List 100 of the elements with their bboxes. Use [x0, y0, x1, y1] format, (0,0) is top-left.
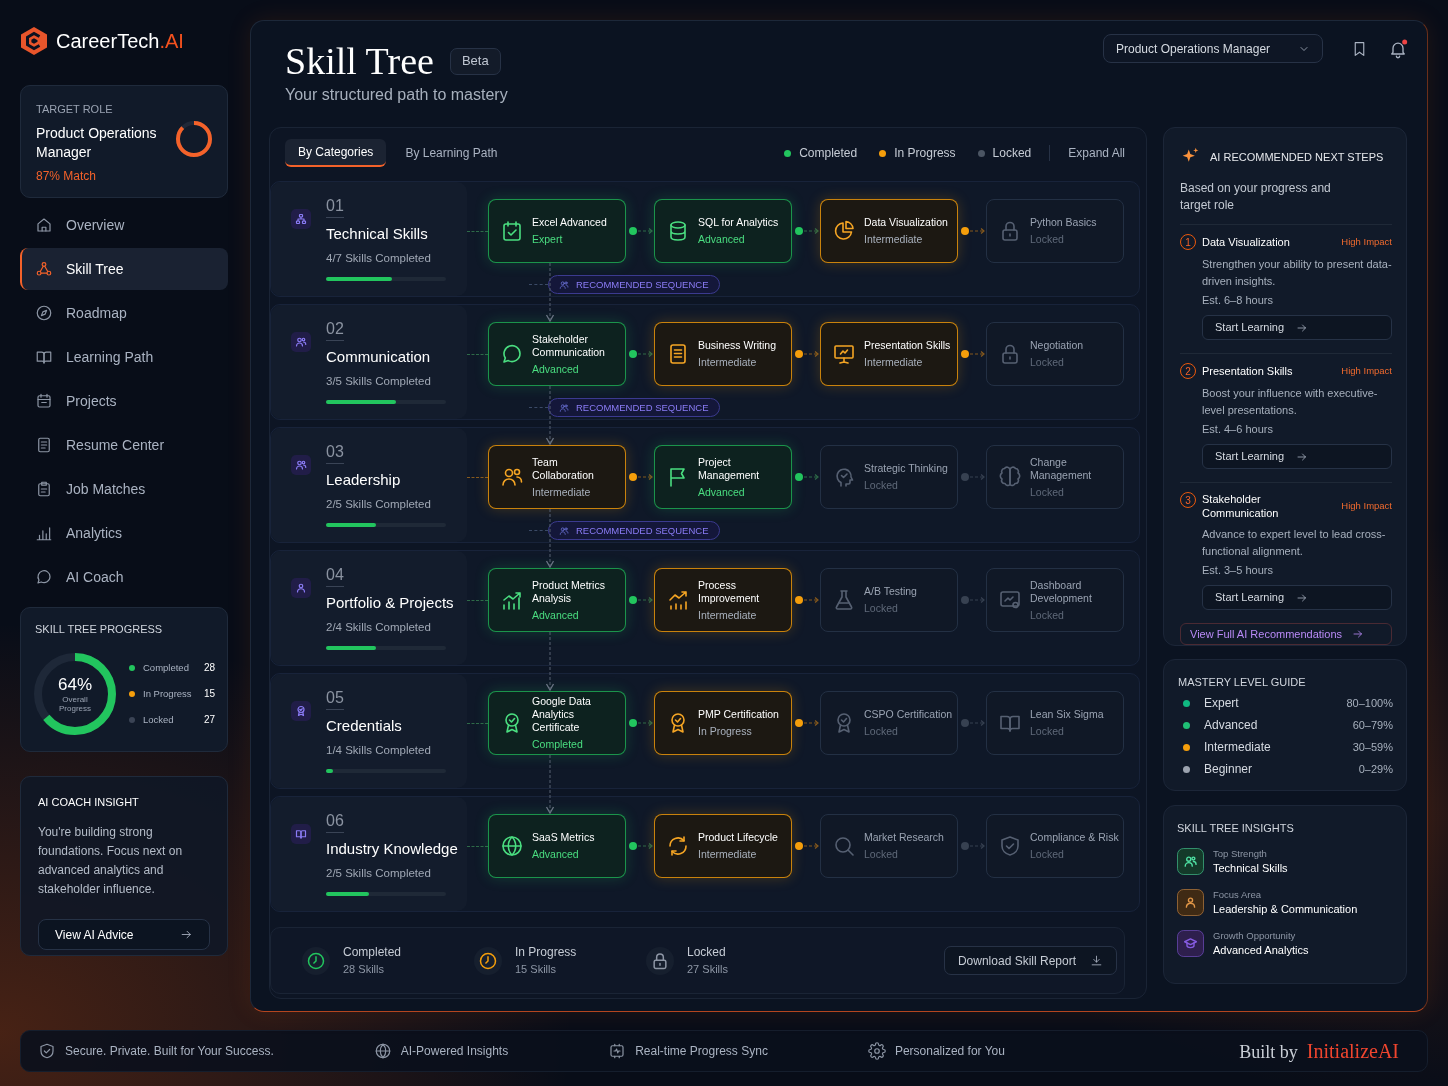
skill-level: Intermediate: [698, 356, 758, 369]
category-number: 01: [326, 196, 344, 218]
skill-node[interactable]: A/B Testing Locked: [820, 568, 958, 632]
book-icon: [291, 824, 311, 844]
skill-level: Locked: [1030, 485, 1065, 499]
skill-level: Advanced: [532, 608, 580, 622]
skills-count: 3/5 Skills Completed: [326, 374, 432, 389]
card-subtitle: Based on your progress and target role: [1180, 180, 1332, 214]
skill-node[interactable]: Strategic Thinking Locked: [820, 445, 958, 509]
skill-node[interactable]: Python Basics Locked: [986, 199, 1124, 263]
nav-item[interactable]: Resume Center: [20, 424, 228, 466]
skill-level: Intermediate: [698, 848, 758, 861]
level-range: 80–100%: [1346, 695, 1393, 711]
skill-node[interactable]: SQL for Analytics Advanced: [654, 199, 792, 263]
skill-name: Dashboard Development: [1030, 578, 1093, 605]
progress-percent: 64%: [58, 675, 92, 695]
skill-level: Expert: [532, 233, 564, 246]
brand-name: CareerTech.AI: [56, 29, 184, 53]
start-learning-button[interactable]: Start Learning: [1202, 315, 1392, 340]
skill-node[interactable]: Market Research Locked: [820, 814, 958, 878]
skill-node[interactable]: SaaS Metrics Advanced: [488, 814, 626, 878]
dashed-arrow-icon: [545, 632, 555, 691]
nav-item[interactable]: Learning Path: [20, 336, 228, 378]
skill-node[interactable]: Product Metrics Analysis Advanced: [488, 568, 626, 632]
start-learning-button[interactable]: Start Learning: [1202, 585, 1392, 610]
connector-arrow-icon: [958, 472, 986, 482]
connector-arrow-icon: [792, 841, 820, 851]
skill-name: SaaS Metrics: [532, 831, 595, 844]
pie-chart-icon: [832, 219, 856, 243]
skill-level: Locked: [1030, 233, 1065, 246]
role-dropdown[interactable]: Product Operations Manager: [1103, 34, 1323, 63]
skill-node[interactable]: Presentation Skills Intermediate: [820, 322, 958, 386]
shield-check-icon: [998, 834, 1022, 858]
skills-count: 2/5 Skills Completed: [326, 497, 432, 512]
skill-node[interactable]: Compliance & Risk Locked: [986, 814, 1124, 878]
nav-item[interactable]: AI Coach: [20, 556, 228, 598]
skill-name: Presentation Skills: [864, 339, 951, 352]
dashed-arrow-icon: [545, 263, 555, 322]
chip-icon: [608, 1042, 627, 1060]
page-title: Skill Tree: [285, 39, 434, 83]
skill-name: CSPO Certification: [864, 708, 953, 721]
step-description: Strengthen your ability to present data-driven insights.: [1202, 257, 1392, 289]
view-advice-button[interactable]: View AI Advice: [38, 919, 210, 950]
skill-node[interactable]: Business Writing Intermediate: [654, 322, 792, 386]
clock-icon: [302, 946, 330, 975]
builder-brand: InitializeAI: [1306, 1039, 1399, 1064]
summary-label: In Progress: [515, 944, 577, 960]
summary-count: 27 Skills: [687, 962, 728, 977]
skill-name: Data Visualization: [864, 216, 948, 229]
footer-feature: Secure. Private. Built for Your Success.: [65, 1043, 274, 1060]
skill-node[interactable]: Google Data Analytics Certificate Completed: [488, 691, 626, 755]
category-number: 05: [326, 688, 344, 710]
skill-node[interactable]: Change Management Locked: [986, 445, 1124, 509]
legend-count: 27: [203, 714, 215, 726]
skill-node[interactable]: Team Collaboration Intermediate: [488, 445, 626, 509]
skill-level: Intermediate: [864, 233, 924, 246]
skill-node[interactable]: Lean Six Sigma Locked: [986, 691, 1124, 755]
skill-node[interactable]: Project Management Advanced: [654, 445, 792, 509]
skill-node[interactable]: Process Improvement Intermediate: [654, 568, 792, 632]
skill-node[interactable]: Product Lifecycle Intermediate: [654, 814, 792, 878]
card-title: SKILL TREE INSIGHTS: [1177, 821, 1295, 835]
skill-node[interactable]: PMP Certification In Progress: [654, 691, 792, 755]
step-description: Advance to expert level to lead cross-functional alignment.: [1202, 527, 1387, 559]
view-tab[interactable]: By Learning Path: [392, 139, 511, 167]
skill-node[interactable]: Data Visualization Intermediate: [820, 199, 958, 263]
start-learning-button[interactable]: Start Learning: [1202, 444, 1392, 469]
nav-item[interactable]: Projects: [20, 380, 228, 422]
summary-label: Locked: [687, 944, 727, 960]
legend-label: Locked: [992, 145, 1032, 162]
skill-node[interactable]: Stakeholder Communication Advanced: [488, 322, 626, 386]
nav-item[interactable]: Job Matches: [20, 468, 228, 510]
nav-item[interactable]: Overview: [20, 204, 228, 246]
skill-node[interactable]: CSPO Certification Locked: [820, 691, 958, 755]
skill-name: Market Research: [864, 831, 944, 844]
category-title: Leadership: [326, 470, 402, 490]
skill-node[interactable]: Excel Advanced Expert: [488, 199, 626, 263]
skill-level: Locked: [1030, 356, 1065, 369]
view-tab[interactable]: By Categories: [285, 139, 387, 167]
step-description: Boost your influence with executive-level presentations.: [1202, 386, 1379, 418]
connector-arrow-icon: [792, 472, 820, 482]
people-icon: [291, 455, 311, 475]
view-recommendations-link[interactable]: View Full AI Recommendations: [1180, 623, 1392, 645]
skill-name: Google Data Analytics Certificate: [532, 695, 592, 734]
skill-name: Compliance & Risk: [1030, 831, 1119, 844]
skill-name: Business Writing: [698, 339, 776, 352]
skill-level: Locked: [1030, 848, 1065, 861]
bell-icon[interactable]: [1388, 38, 1408, 59]
skill-name: A/B Testing: [864, 585, 917, 598]
skill-level: Advanced: [532, 848, 580, 861]
expand-all-button[interactable]: Expand All: [1068, 144, 1125, 162]
skill-node[interactable]: Dashboard Development Locked: [986, 568, 1124, 632]
legend-count: 15: [203, 688, 215, 700]
nav-item[interactable]: Analytics: [20, 512, 228, 554]
skill-node[interactable]: Negotiation Locked: [986, 322, 1124, 386]
nav-item[interactable]: Skill Tree: [20, 248, 228, 290]
skill-level: Advanced: [698, 485, 746, 499]
skill-name: Change Management: [1030, 455, 1093, 482]
nav-item[interactable]: Roadmap: [20, 292, 228, 334]
download-report-button[interactable]: Download Skill Report: [943, 946, 1117, 975]
step-estimate: Est. 3–5 hours: [1202, 563, 1274, 578]
